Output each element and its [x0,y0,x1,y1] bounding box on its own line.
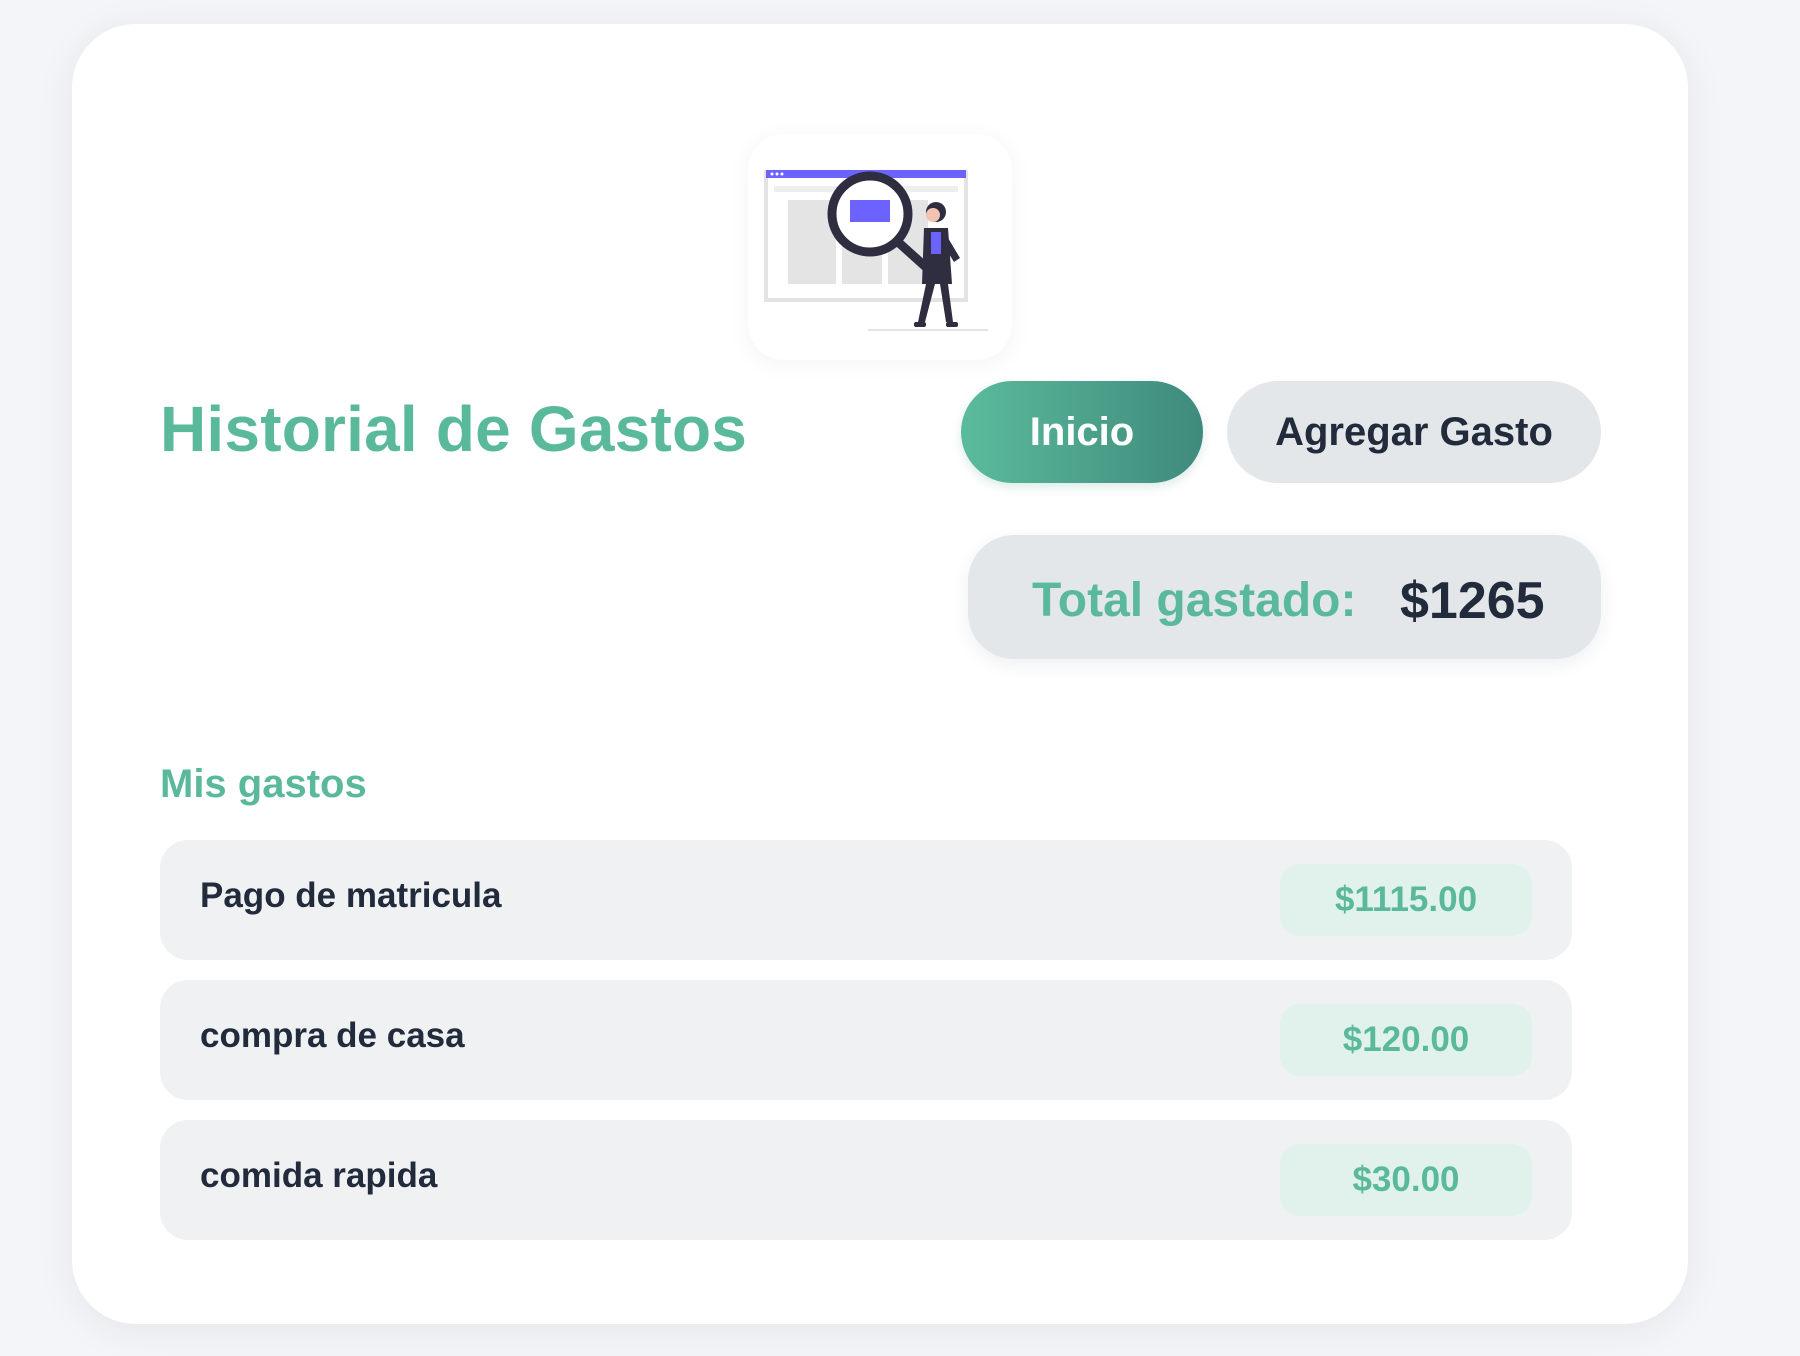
expense-name: comida rapida [200,1156,438,1195]
expense-item[interactable]: Pago de matricula $1115.00 [160,840,1572,960]
home-button[interactable]: Inicio [961,381,1203,483]
expense-name: Pago de matricula [200,876,502,915]
total-spent-label: Total gastado: [1032,574,1357,627]
expense-item[interactable]: comida rapida $30.00 [160,1120,1572,1240]
expense-item[interactable]: compra de casa $120.00 [160,980,1572,1100]
total-spent-value: $1265 [1400,572,1545,630]
expense-amount-badge: $1115.00 [1280,864,1532,936]
total-spent-panel: Total gastado: $1265 [968,535,1601,659]
page-title: Historial de Gastos [160,393,748,465]
expense-name: compra de casa [200,1016,465,1055]
expense-amount-badge: $30.00 [1280,1144,1532,1216]
expense-list: Pago de matricula $1115.00 compra de cas… [160,840,1572,1260]
main-card: Historial de Gastos Inicio Agregar Gasto… [72,24,1688,1324]
expense-amount-badge: $120.00 [1280,1004,1532,1076]
add-expense-button[interactable]: Agregar Gasto [1227,381,1601,483]
search-illustration-icon [748,134,1012,360]
expenses-section-title: Mis gastos [160,762,367,806]
